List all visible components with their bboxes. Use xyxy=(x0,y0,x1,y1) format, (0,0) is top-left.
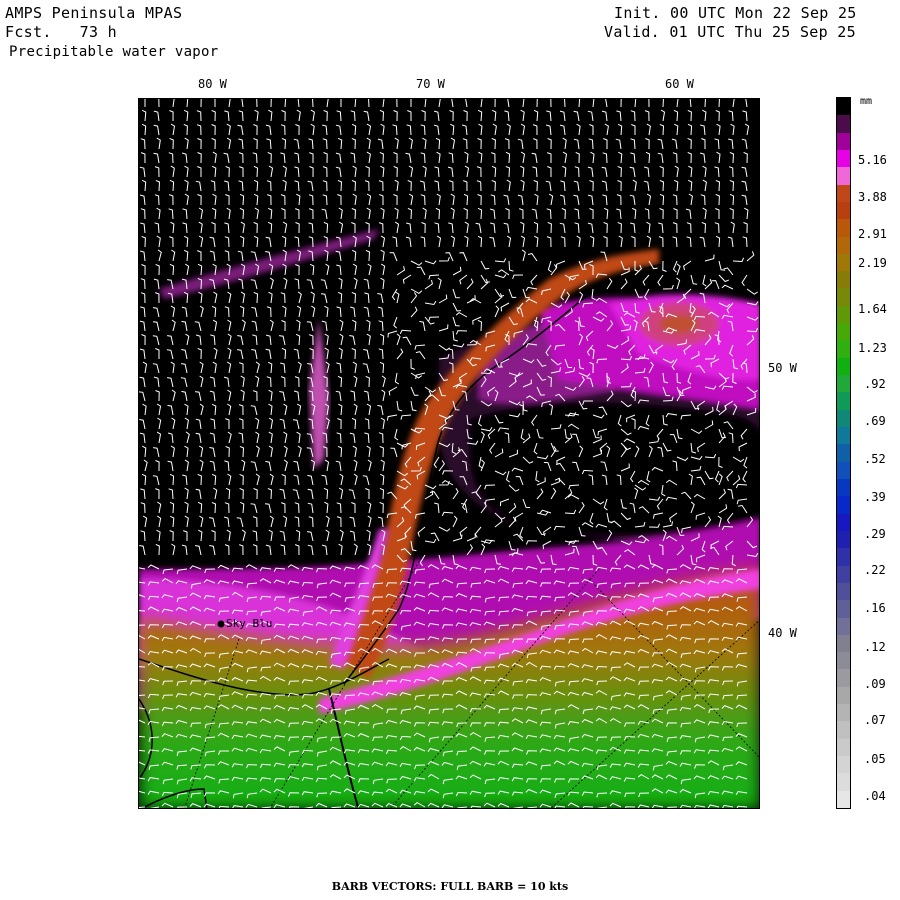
colorbar-swatch xyxy=(837,219,850,238)
colorbar-swatch xyxy=(837,340,850,359)
colorbar-swatch xyxy=(837,513,850,532)
colorbar-tick-label: 1.64 xyxy=(858,302,887,316)
colorbar-swatch xyxy=(837,634,850,653)
wind-barb xyxy=(667,806,678,808)
wind-barb xyxy=(331,806,342,808)
colorbar-tick-label: .12 xyxy=(864,640,886,654)
colorbar-swatch xyxy=(837,201,850,220)
lon-label-70w: 70 W xyxy=(416,77,445,91)
lon-label-80w: 80 W xyxy=(198,77,227,91)
colorbar-tick-label: .39 xyxy=(864,490,886,504)
colorbar-unit: mm xyxy=(860,96,873,107)
colorbar-swatch xyxy=(837,548,850,567)
colorbar-tick-label: 2.19 xyxy=(858,256,887,270)
colorbar-tick-label: .69 xyxy=(864,414,886,428)
colorbar-tick-label: .22 xyxy=(864,563,886,577)
colorbar-tick-label: 1.23 xyxy=(858,341,887,355)
colorbar-swatch xyxy=(837,669,850,688)
colorbar-swatch xyxy=(837,461,850,480)
colorbar-swatch xyxy=(837,756,850,774)
colorbar-swatch xyxy=(837,686,850,705)
colorbar-swatch xyxy=(837,253,850,272)
colorbar-swatch xyxy=(837,236,850,255)
station-marker xyxy=(217,620,225,628)
colorbar-swatch xyxy=(837,427,850,445)
colorbar-swatch xyxy=(837,773,850,792)
wind-barb xyxy=(527,806,538,808)
colorbar xyxy=(836,97,851,809)
lon-label-60w: 60 W xyxy=(665,77,694,91)
precipitable-water-map xyxy=(139,99,759,808)
colorbar-swatch xyxy=(837,738,850,757)
colorbar-swatch xyxy=(837,288,850,307)
colorbar-swatch xyxy=(837,184,850,203)
colorbar-tick-label: .04 xyxy=(864,789,886,803)
colorbar-swatch xyxy=(837,478,850,497)
colorbar-tick-label: .52 xyxy=(864,452,886,466)
colorbar-swatch xyxy=(837,167,850,186)
colorbar-swatch xyxy=(837,375,850,393)
colorbar-tick-label: .09 xyxy=(864,677,886,691)
forecast-hour: Fcst. 73 h xyxy=(5,23,117,41)
colorbar-swatch xyxy=(837,600,850,618)
colorbar-swatch xyxy=(837,323,850,341)
map-panel xyxy=(138,98,760,809)
colorbar-swatch xyxy=(837,98,850,116)
colorbar-swatch xyxy=(837,704,850,722)
wind-barb xyxy=(139,806,146,808)
colorbar-swatch xyxy=(837,530,850,549)
wind-barb xyxy=(177,806,188,808)
colorbar-tick-label: 3.88 xyxy=(858,190,887,204)
colorbar-swatch xyxy=(837,617,850,636)
colorbar-swatch xyxy=(837,565,850,584)
colorbar-tick-label: 5.16 xyxy=(858,153,887,167)
colorbar-swatch xyxy=(837,582,850,601)
colorbar-swatch xyxy=(837,132,850,151)
colorbar-swatch xyxy=(837,357,850,376)
colorbar-swatch xyxy=(837,271,850,289)
model-title: AMPS Peninsula MPAS xyxy=(5,4,183,22)
colorbar-swatch xyxy=(837,652,850,670)
init-time: Init. 00 UTC Mon 22 Sep 25 xyxy=(614,4,857,22)
colorbar-tick-label: .29 xyxy=(864,527,886,541)
colorbar-tick-label: 2.91 xyxy=(858,227,887,241)
lat-label-50w: 50 W xyxy=(768,361,797,375)
valid-time: Valid. 01 UTC Thu 25 Sep 25 xyxy=(604,23,856,41)
barb-legend: BARB VECTORS: FULL BARB = 10 kts xyxy=(331,880,569,893)
colorbar-swatch xyxy=(837,115,850,134)
colorbar-swatch xyxy=(837,149,850,168)
colorbar-swatch xyxy=(837,496,850,515)
field-name: Precipitable water vapor xyxy=(9,44,219,60)
colorbar-swatch xyxy=(837,409,850,428)
colorbar-swatch xyxy=(837,305,850,324)
colorbar-tick-label: .16 xyxy=(864,601,886,615)
colorbar-swatch xyxy=(837,721,850,740)
colorbar-swatch xyxy=(837,444,850,463)
lat-label-40w: 40 W xyxy=(768,626,797,640)
colorbar-swatch xyxy=(837,392,850,411)
colorbar-tick-label: .07 xyxy=(864,713,886,727)
station-label: Sky Blu xyxy=(226,617,273,630)
colorbar-tick-label: .92 xyxy=(864,377,886,391)
colorbar-swatch xyxy=(837,790,850,809)
colorbar-tick-label: .05 xyxy=(864,752,886,766)
